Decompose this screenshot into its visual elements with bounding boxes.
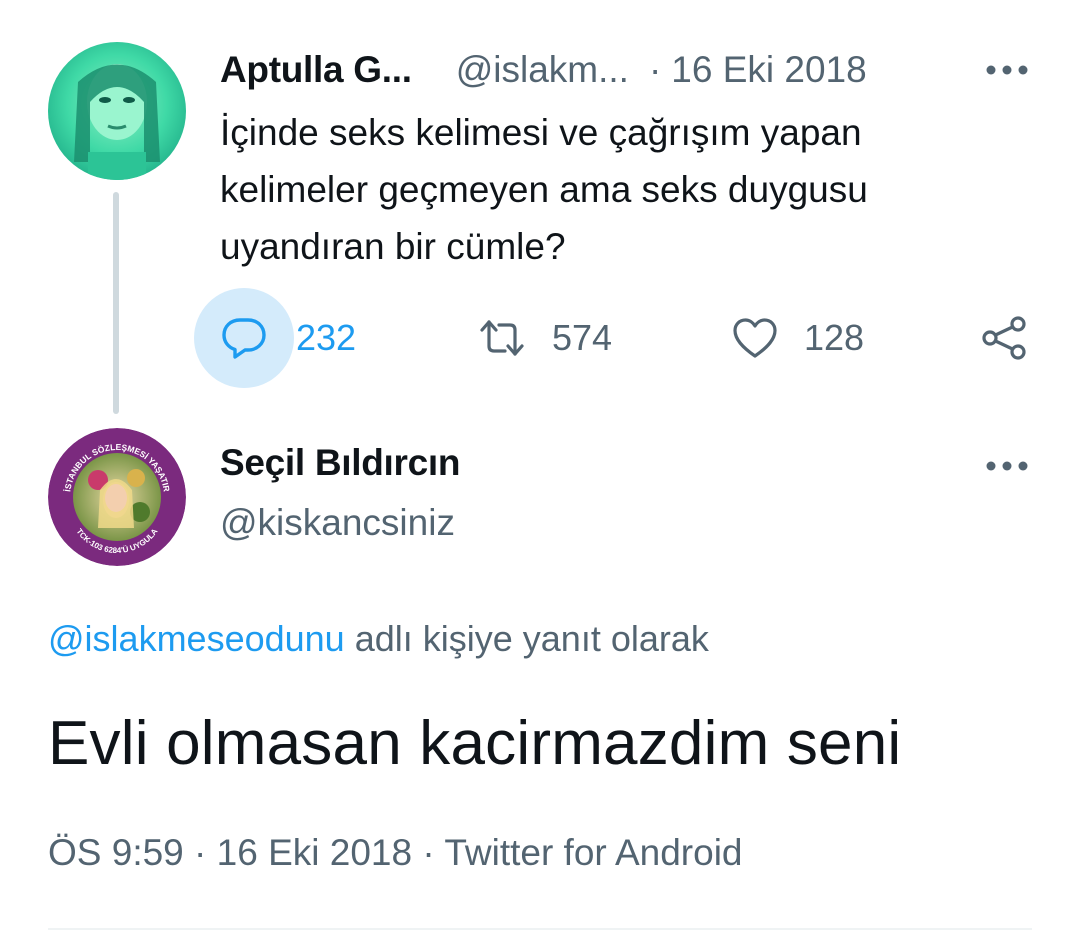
parent-tweet-date[interactable]: 16 Eki 2018 (671, 49, 866, 91)
reply-hover-highlight (194, 288, 294, 388)
parent-more-button[interactable] (984, 52, 1030, 88)
parent-tweet-header: Aptulla G... @islakm... · 16 Eki 2018 (220, 44, 1030, 96)
reply-button[interactable]: 232 (194, 288, 356, 388)
reply-author-name[interactable]: Seçil Bıldırcın (220, 442, 461, 484)
avatar-badge-photo: İSTANBUL SÖZLEŞMESİ YAŞATIR TCK-103 6284… (48, 428, 186, 566)
header-separator: · (648, 49, 662, 90)
replying-to-line: @islakmeseodunu adlı kişiye yanıt olarak (48, 618, 709, 660)
meta-separator: · (422, 832, 445, 873)
reply-count: 232 (296, 317, 357, 358)
share-button[interactable] (980, 288, 1028, 388)
tweet-time[interactable]: ÖS 9:59 (48, 832, 184, 873)
parent-tweet-actions: 232 574 128 (194, 288, 1034, 388)
share-icon (982, 316, 1026, 360)
replying-to-mention[interactable]: @islakmeseodunu (48, 618, 345, 659)
parent-author-handle[interactable]: @islakm... (456, 49, 629, 91)
reply-author-handle[interactable]: @kiskancsiniz (220, 502, 455, 544)
reply-tweet-text: Evli olmasan kacirmazdim seni (48, 709, 902, 778)
reply-bubble-icon (222, 318, 266, 359)
more-horizontal-icon (986, 65, 1028, 75)
like-button[interactable]: 128 (732, 288, 864, 388)
parent-tweet-text: İçinde seks kelimesi ve çağrışım yapan k… (220, 112, 868, 267)
reply-more-button[interactable] (984, 448, 1030, 484)
retweet-count: 574 (552, 317, 613, 358)
more-horizontal-icon (986, 461, 1028, 471)
retweet-icon (480, 320, 524, 356)
divider (48, 928, 1032, 930)
meta-separator: · (194, 832, 217, 873)
tweet-source[interactable]: Twitter for Android (444, 832, 742, 873)
avatar-photo (48, 42, 186, 180)
like-count: 128 (804, 317, 865, 358)
parent-author-avatar[interactable] (48, 42, 186, 180)
tweet-meta: ÖS 9:59 · 16 Eki 2018 · Twitter for Andr… (48, 832, 743, 874)
thread-connector-line (113, 192, 119, 414)
heart-icon (733, 318, 777, 358)
parent-author-name[interactable]: Aptulla G... (220, 49, 412, 91)
reply-author-avatar[interactable]: İSTANBUL SÖZLEŞMESİ YAŞATIR TCK-103 6284… (48, 428, 186, 566)
replying-to-suffix: adlı kişiye yanıt olarak (354, 618, 709, 659)
retweet-button[interactable]: 574 (478, 288, 612, 388)
tweet-date[interactable]: 16 Eki 2018 (217, 832, 412, 873)
